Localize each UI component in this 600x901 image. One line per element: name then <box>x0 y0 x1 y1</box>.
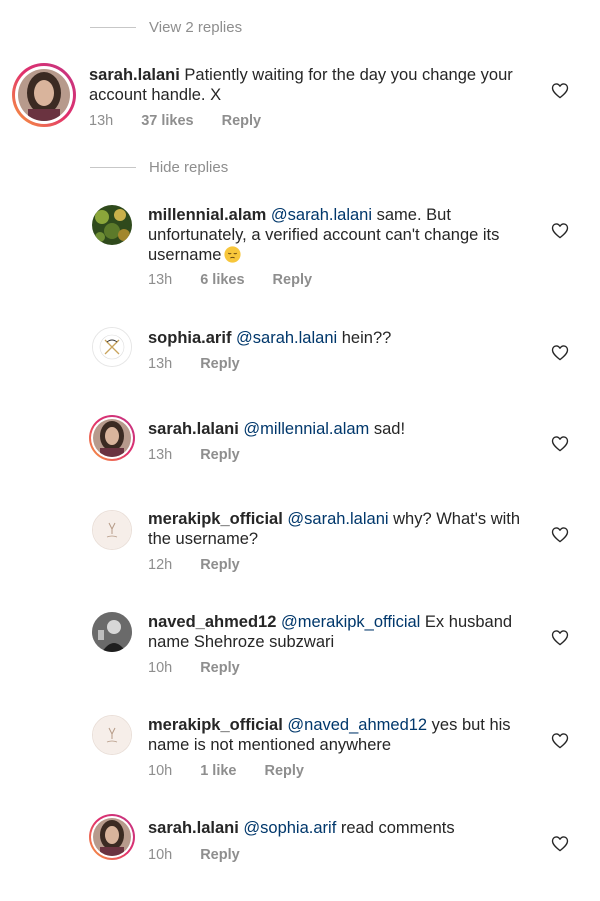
avatar-story-ring[interactable] <box>89 814 135 860</box>
reply-username[interactable]: merakipk_official <box>148 510 283 528</box>
reply-time: 10h <box>148 763 173 779</box>
comment-username[interactable]: sarah.lalani <box>89 66 180 84</box>
reply-button[interactable]: Reply <box>200 660 240 676</box>
reply-body-line1: yes but his <box>427 716 511 734</box>
reply-time: 10h <box>148 660 173 676</box>
mention-link[interactable]: @sarah.lalani <box>236 329 337 347</box>
reply-button[interactable]: Reply <box>273 272 313 288</box>
avatar-story-ring[interactable] <box>12 63 76 127</box>
reply-meta: 13h Reply <box>148 354 240 374</box>
reply-text: naved_ahmed12 @merakipk_official Ex husb… <box>148 612 528 652</box>
reply-text: merakipk_official @sarah.lalani why? Wha… <box>148 509 528 549</box>
reply-username[interactable]: sophia.arif <box>148 329 231 347</box>
reply-text: sarah.lalani @sophia.arif read comments <box>148 818 528 838</box>
avatar[interactable] <box>92 715 132 755</box>
reply-text: millennial.alam @sarah.lalani same. But … <box>148 205 528 265</box>
toggle-divider <box>90 166 136 168</box>
mention-link[interactable]: @millennial.alam <box>243 420 369 438</box>
heart-icon[interactable] <box>551 835 569 852</box>
comment-text: sarah.lalani Patiently waiting for the d… <box>89 65 529 105</box>
reply-body: sad! <box>369 420 406 438</box>
comment-time: 13h <box>89 113 114 129</box>
avatar[interactable] <box>92 205 132 245</box>
comment-meta: 13h 37 likes Reply <box>89 111 261 131</box>
hide-replies-toggle[interactable]: Hide replies <box>90 157 228 177</box>
reply-meta: 10h Reply <box>148 658 240 678</box>
reply-button[interactable]: Reply <box>222 113 262 129</box>
reply-button[interactable]: Reply <box>200 557 240 573</box>
avatar[interactable] <box>92 327 132 367</box>
mention-link[interactable]: @sarah.lalani <box>287 510 388 528</box>
reply-text: merakipk_official @naved_ahmed12 yes but… <box>148 715 528 755</box>
reply-body-line2: unfortunately, a verified account can't … <box>148 226 500 244</box>
comment-body-line1: Patiently waiting for the day you change… <box>184 66 513 84</box>
mention-link[interactable]: @sophia.arif <box>243 819 336 837</box>
reply-body-line1: Ex husband <box>420 613 513 631</box>
reply-body-line2: name Shehroze subzwari <box>148 633 335 651</box>
reply-username[interactable]: millennial.alam <box>148 206 266 224</box>
comment-likes[interactable]: 37 likes <box>141 113 193 129</box>
reply-username[interactable]: naved_ahmed12 <box>148 613 276 631</box>
toggle-divider <box>90 26 136 28</box>
reply-username[interactable]: merakipk_official <box>148 716 283 734</box>
reply-body-line3: username <box>148 246 222 264</box>
heart-icon[interactable] <box>551 82 569 99</box>
reply-meta: 13h Reply <box>148 445 240 465</box>
reply-username[interactable]: sarah.lalani <box>148 420 239 438</box>
reply-body-line2: the username? <box>148 530 259 548</box>
heart-icon[interactable] <box>551 222 569 239</box>
view-replies-label: View 2 replies <box>149 18 243 36</box>
heart-icon[interactable] <box>551 526 569 543</box>
reply-body: hein?? <box>337 329 392 347</box>
mention-link[interactable]: @naved_ahmed12 <box>287 716 427 734</box>
reply-time: 10h <box>148 847 173 863</box>
heart-icon[interactable] <box>551 435 569 452</box>
avatar[interactable] <box>92 612 132 652</box>
reply-button[interactable]: Reply <box>264 763 304 779</box>
comment-body-line2: account handle. X <box>89 86 222 104</box>
hide-replies-label: Hide replies <box>149 158 229 176</box>
avatar-story-ring[interactable] <box>89 415 135 461</box>
reply-body-line2: name is not mentioned anywhere <box>148 736 392 754</box>
reply-button[interactable]: Reply <box>200 847 240 863</box>
heart-icon[interactable] <box>551 629 569 646</box>
mention-link[interactable]: @merakipk_official <box>281 613 420 631</box>
reply-username[interactable]: sarah.lalani <box>148 819 239 837</box>
mention-link[interactable]: @sarah.lalani <box>271 206 372 224</box>
reply-time: 12h <box>148 557 173 573</box>
reply-body: read comments <box>336 819 455 837</box>
reply-meta: 10h Reply <box>148 845 240 865</box>
pensive-face-emoji <box>224 246 241 263</box>
reply-time: 13h <box>148 272 173 288</box>
avatar <box>93 419 131 457</box>
reply-button[interactable]: Reply <box>200 356 240 372</box>
reply-time: 13h <box>148 356 173 372</box>
reply-likes[interactable]: 1 like <box>200 763 236 779</box>
reply-text: sarah.lalani @millennial.alam sad! <box>148 419 528 439</box>
reply-likes[interactable]: 6 likes <box>200 272 244 288</box>
reply-meta: 10h 1 like Reply <box>148 761 304 781</box>
heart-icon[interactable] <box>551 732 569 749</box>
reply-button[interactable]: Reply <box>200 447 240 463</box>
reply-meta: 12h Reply <box>148 555 240 575</box>
reply-body-line1: same. But <box>372 206 451 224</box>
reply-body-line1: why? What's with <box>388 510 521 528</box>
avatar <box>93 818 131 856</box>
heart-icon[interactable] <box>551 344 569 361</box>
view-replies-toggle[interactable]: View 2 replies <box>90 17 242 37</box>
avatar[interactable] <box>92 510 132 550</box>
reply-meta: 13h 6 likes Reply <box>148 270 312 290</box>
reply-time: 13h <box>148 447 173 463</box>
reply-text: sophia.arif @sarah.lalani hein?? <box>148 328 528 348</box>
avatar <box>18 69 70 121</box>
